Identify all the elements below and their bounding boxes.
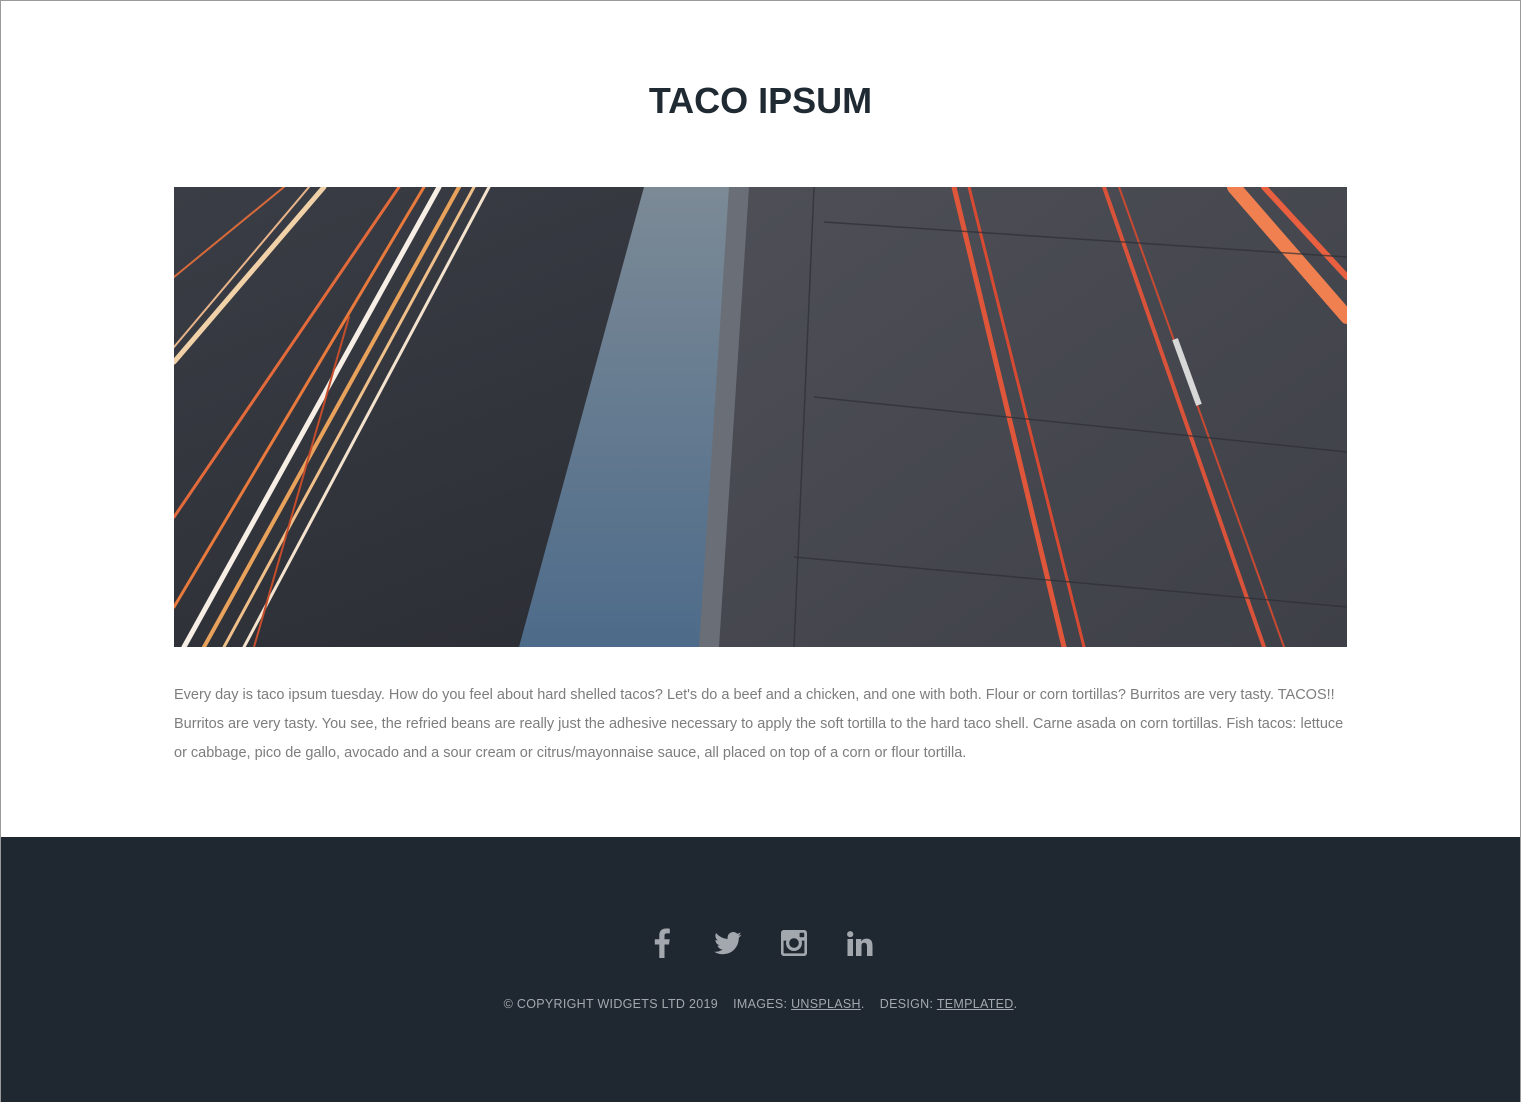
design-credit-label: DESIGN: — [879, 997, 937, 1011]
footer: © COPYRIGHT WIDGETS LTD 2019 IMAGES: UNS… — [1, 837, 1520, 1102]
hero-image-graphic — [174, 187, 1347, 647]
hero-image — [174, 187, 1347, 647]
unsplash-link[interactable]: UNSPLASH — [791, 997, 861, 1011]
page: TACO IPSUM Every day is taco ipsum tuesd… — [0, 0, 1521, 1102]
images-credit-label: IMAGES: — [733, 997, 792, 1011]
templated-link[interactable]: TEMPLATED — [937, 997, 1014, 1011]
twitter-icon[interactable] — [710, 925, 746, 961]
copyright-line: © COPYRIGHT WIDGETS LTD 2019 IMAGES: UNS… — [503, 997, 1018, 1011]
copyright-text: © COPYRIGHT WIDGETS LTD 2019 — [503, 997, 719, 1011]
facebook-icon[interactable] — [644, 925, 680, 961]
instagram-icon[interactable] — [776, 925, 812, 961]
social-links — [1, 925, 1520, 961]
linkedin-icon[interactable] — [842, 925, 878, 961]
page-title: TACO IPSUM — [648, 80, 873, 121]
main-section: TACO IPSUM Every day is taco ipsum tuesd… — [1, 1, 1520, 837]
article-body: Every day is taco ipsum tuesday. How do … — [174, 687, 1344, 761]
